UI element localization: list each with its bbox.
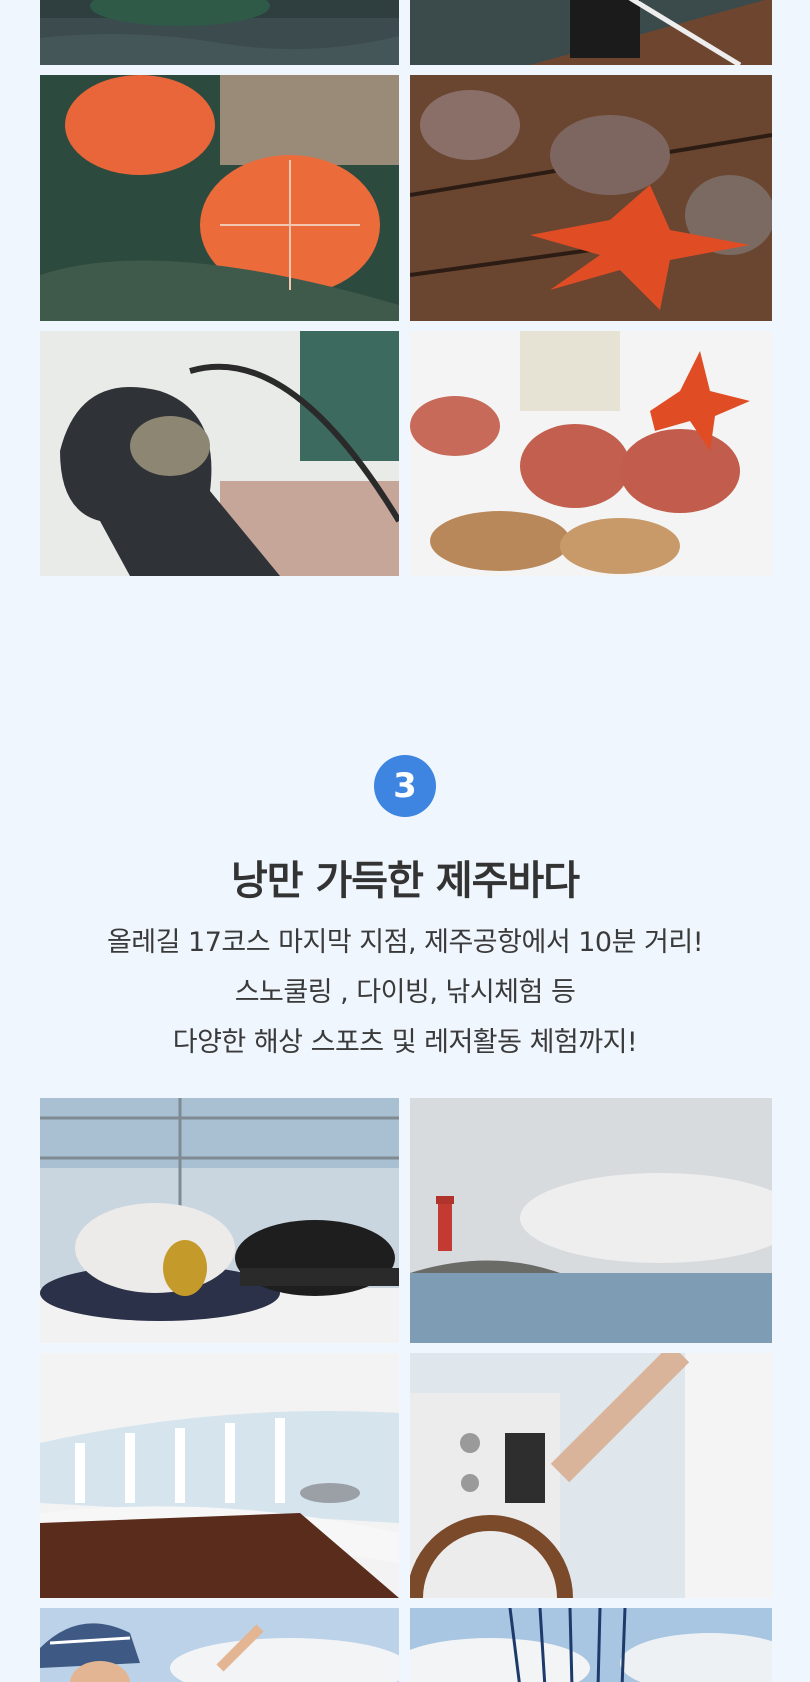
photo-seashells-starfish <box>410 75 772 321</box>
section-number-badge: 3 <box>374 755 436 817</box>
section-description: 올레길 17코스 마지막 지점, 제주공항에서 10분 거리! 스노쿨링 , 다… <box>0 918 810 1068</box>
photo-red-lighthouse-sea <box>410 1098 772 1343</box>
photo-fishing-net-sea <box>40 0 399 65</box>
photo-diver-boat <box>410 0 772 65</box>
section-title: 낭만 가득한 제주바다 <box>230 858 580 904</box>
description-line: 스노쿨링 , 다이빙, 낚시체험 등 <box>234 977 576 1008</box>
photo-seafood-plate <box>410 331 772 576</box>
description-line: 올레길 17코스 마지막 지점, 제주공항에서 10분 거리! <box>106 927 704 958</box>
photo-yacht-lounge <box>40 1353 399 1598</box>
photo-ship-steering-wheel <box>410 1353 772 1598</box>
photo-child-sailor-cap <box>40 1608 399 1682</box>
photo-fishing-rods-sky <box>410 1608 772 1682</box>
photo-hand-holding-shell <box>40 331 399 576</box>
photo-orange-buoys <box>40 75 399 321</box>
description-line: 다양한 해상 스포츠 및 레저활동 체험까지! <box>172 1027 638 1058</box>
photo-captain-hats <box>40 1098 399 1343</box>
